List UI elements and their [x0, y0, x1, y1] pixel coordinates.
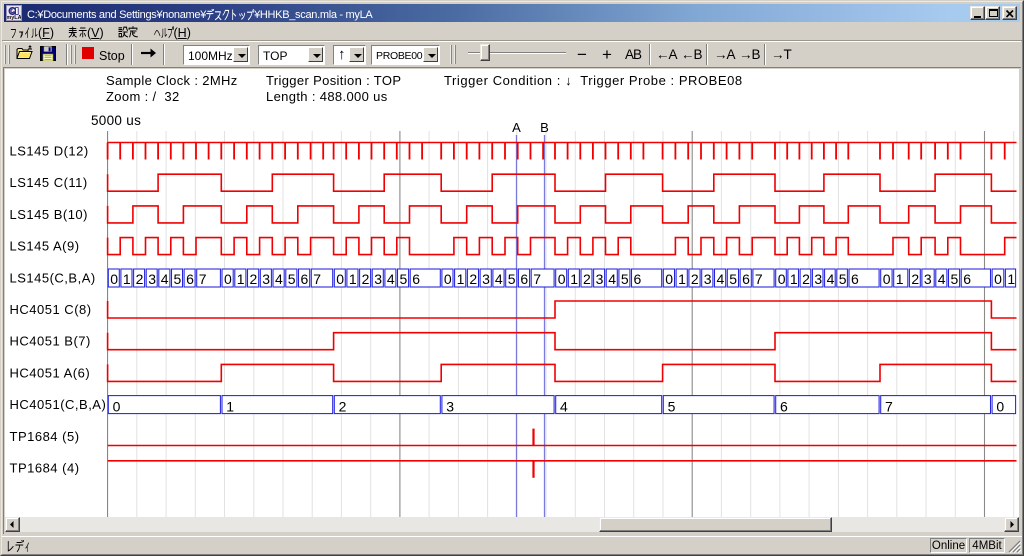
- svg-text:6: 6: [301, 271, 309, 287]
- svg-text:HC4051 C(8): HC4051 C(8): [10, 302, 92, 317]
- svg-text:Length : 488.000 us: Length : 488.000 us: [266, 89, 388, 104]
- svg-text:LS145 A(9): LS145 A(9): [10, 239, 80, 254]
- svg-text:Trigger Condition : ↓ Trigger: Trigger Condition : ↓ Trigger Probe : PR…: [444, 73, 743, 88]
- svg-text:7: 7: [313, 271, 321, 287]
- svg-text:5: 5: [400, 271, 408, 287]
- svg-text:3: 3: [482, 271, 490, 287]
- svg-text:4: 4: [161, 271, 169, 287]
- svg-text:6: 6: [963, 271, 971, 287]
- svg-text:Trigger Position : TOP: Trigger Position : TOP: [266, 73, 401, 88]
- svg-text:0: 0: [665, 271, 673, 287]
- svg-text:4: 4: [717, 271, 725, 287]
- svg-text:4: 4: [275, 271, 283, 287]
- svg-text:2: 2: [250, 271, 258, 287]
- svg-text:4: 4: [387, 271, 395, 287]
- svg-text:2: 2: [583, 271, 591, 287]
- svg-text:0: 0: [558, 271, 566, 287]
- svg-text:0: 0: [224, 271, 232, 287]
- svg-text:1: 1: [457, 271, 465, 287]
- svg-text:5: 5: [621, 271, 629, 287]
- svg-text:3: 3: [262, 271, 270, 287]
- svg-text:1: 1: [1007, 271, 1015, 287]
- svg-text:2: 2: [339, 398, 347, 414]
- svg-text:HC4051 A(6): HC4051 A(6): [10, 365, 91, 380]
- svg-text:6: 6: [634, 271, 642, 287]
- svg-text:TP1684 (4): TP1684 (4): [10, 461, 80, 476]
- svg-text:6: 6: [412, 271, 420, 287]
- svg-text:4: 4: [495, 271, 503, 287]
- svg-text:A: A: [512, 120, 521, 135]
- svg-text:3: 3: [446, 398, 454, 414]
- svg-text:LS145(C,B,A): LS145(C,B,A): [10, 270, 96, 285]
- svg-text:5: 5: [508, 271, 516, 287]
- svg-text:3: 3: [374, 271, 382, 287]
- svg-text:7: 7: [199, 271, 207, 287]
- svg-text:1: 1: [570, 271, 578, 287]
- svg-text:B: B: [540, 120, 549, 135]
- svg-text:TP1684 (5): TP1684 (5): [10, 429, 80, 444]
- svg-text:2: 2: [911, 271, 919, 287]
- svg-text:4: 4: [560, 398, 568, 414]
- svg-text:5: 5: [729, 271, 737, 287]
- svg-text:7: 7: [533, 271, 541, 287]
- svg-text:0: 0: [778, 271, 786, 287]
- svg-text:LS145 C(11): LS145 C(11): [10, 175, 88, 190]
- svg-text:6: 6: [742, 271, 750, 287]
- svg-text:6: 6: [520, 271, 528, 287]
- svg-text:Zoom : / 32: Zoom : / 32: [106, 89, 180, 104]
- svg-text:1: 1: [226, 398, 234, 414]
- svg-text:0: 0: [883, 271, 891, 287]
- svg-text:5: 5: [288, 271, 296, 287]
- svg-text:0: 0: [113, 398, 121, 414]
- svg-text:4: 4: [827, 271, 835, 287]
- svg-text:5: 5: [951, 271, 959, 287]
- svg-text:0: 0: [994, 271, 1002, 287]
- svg-text:4: 4: [938, 271, 946, 287]
- svg-text:0: 0: [444, 271, 452, 287]
- svg-text:5: 5: [839, 271, 847, 287]
- svg-text:5: 5: [174, 271, 182, 287]
- svg-text:2: 2: [136, 271, 144, 287]
- svg-text:3: 3: [596, 271, 604, 287]
- svg-text:myLA: myLA: [7, 15, 21, 20]
- svg-text:2: 2: [691, 271, 699, 287]
- svg-text:1: 1: [349, 271, 357, 287]
- svg-text:6: 6: [851, 271, 859, 287]
- svg-text:0: 0: [336, 271, 344, 287]
- svg-text:HC4051(C,B,A): HC4051(C,B,A): [10, 397, 107, 412]
- svg-text:3: 3: [814, 271, 822, 287]
- svg-text:3: 3: [704, 271, 712, 287]
- svg-text:7: 7: [755, 271, 763, 287]
- svg-text:6: 6: [186, 271, 194, 287]
- svg-text:6: 6: [780, 398, 788, 414]
- svg-text:1: 1: [896, 271, 904, 287]
- svg-text:1: 1: [678, 271, 686, 287]
- svg-text:2: 2: [469, 271, 477, 287]
- svg-text:HC4051 B(7): HC4051 B(7): [10, 334, 91, 349]
- svg-text:Sample Clock : 2MHz: Sample Clock : 2MHz: [106, 73, 238, 88]
- svg-text:5: 5: [668, 398, 676, 414]
- svg-text:0: 0: [110, 271, 118, 287]
- svg-text:3: 3: [148, 271, 156, 287]
- svg-text:1: 1: [790, 271, 798, 287]
- svg-text:2: 2: [362, 271, 370, 287]
- svg-text:LS145 D(12): LS145 D(12): [10, 144, 89, 159]
- svg-text:2: 2: [802, 271, 810, 287]
- svg-text:1: 1: [123, 271, 131, 287]
- svg-text:3: 3: [924, 271, 932, 287]
- svg-text:LS145 B(10): LS145 B(10): [10, 207, 89, 222]
- svg-text:0: 0: [996, 398, 1004, 414]
- svg-text:5000 us: 5000 us: [91, 113, 141, 128]
- svg-text:1: 1: [237, 271, 245, 287]
- svg-text:7: 7: [885, 398, 893, 414]
- svg-text:4: 4: [608, 271, 616, 287]
